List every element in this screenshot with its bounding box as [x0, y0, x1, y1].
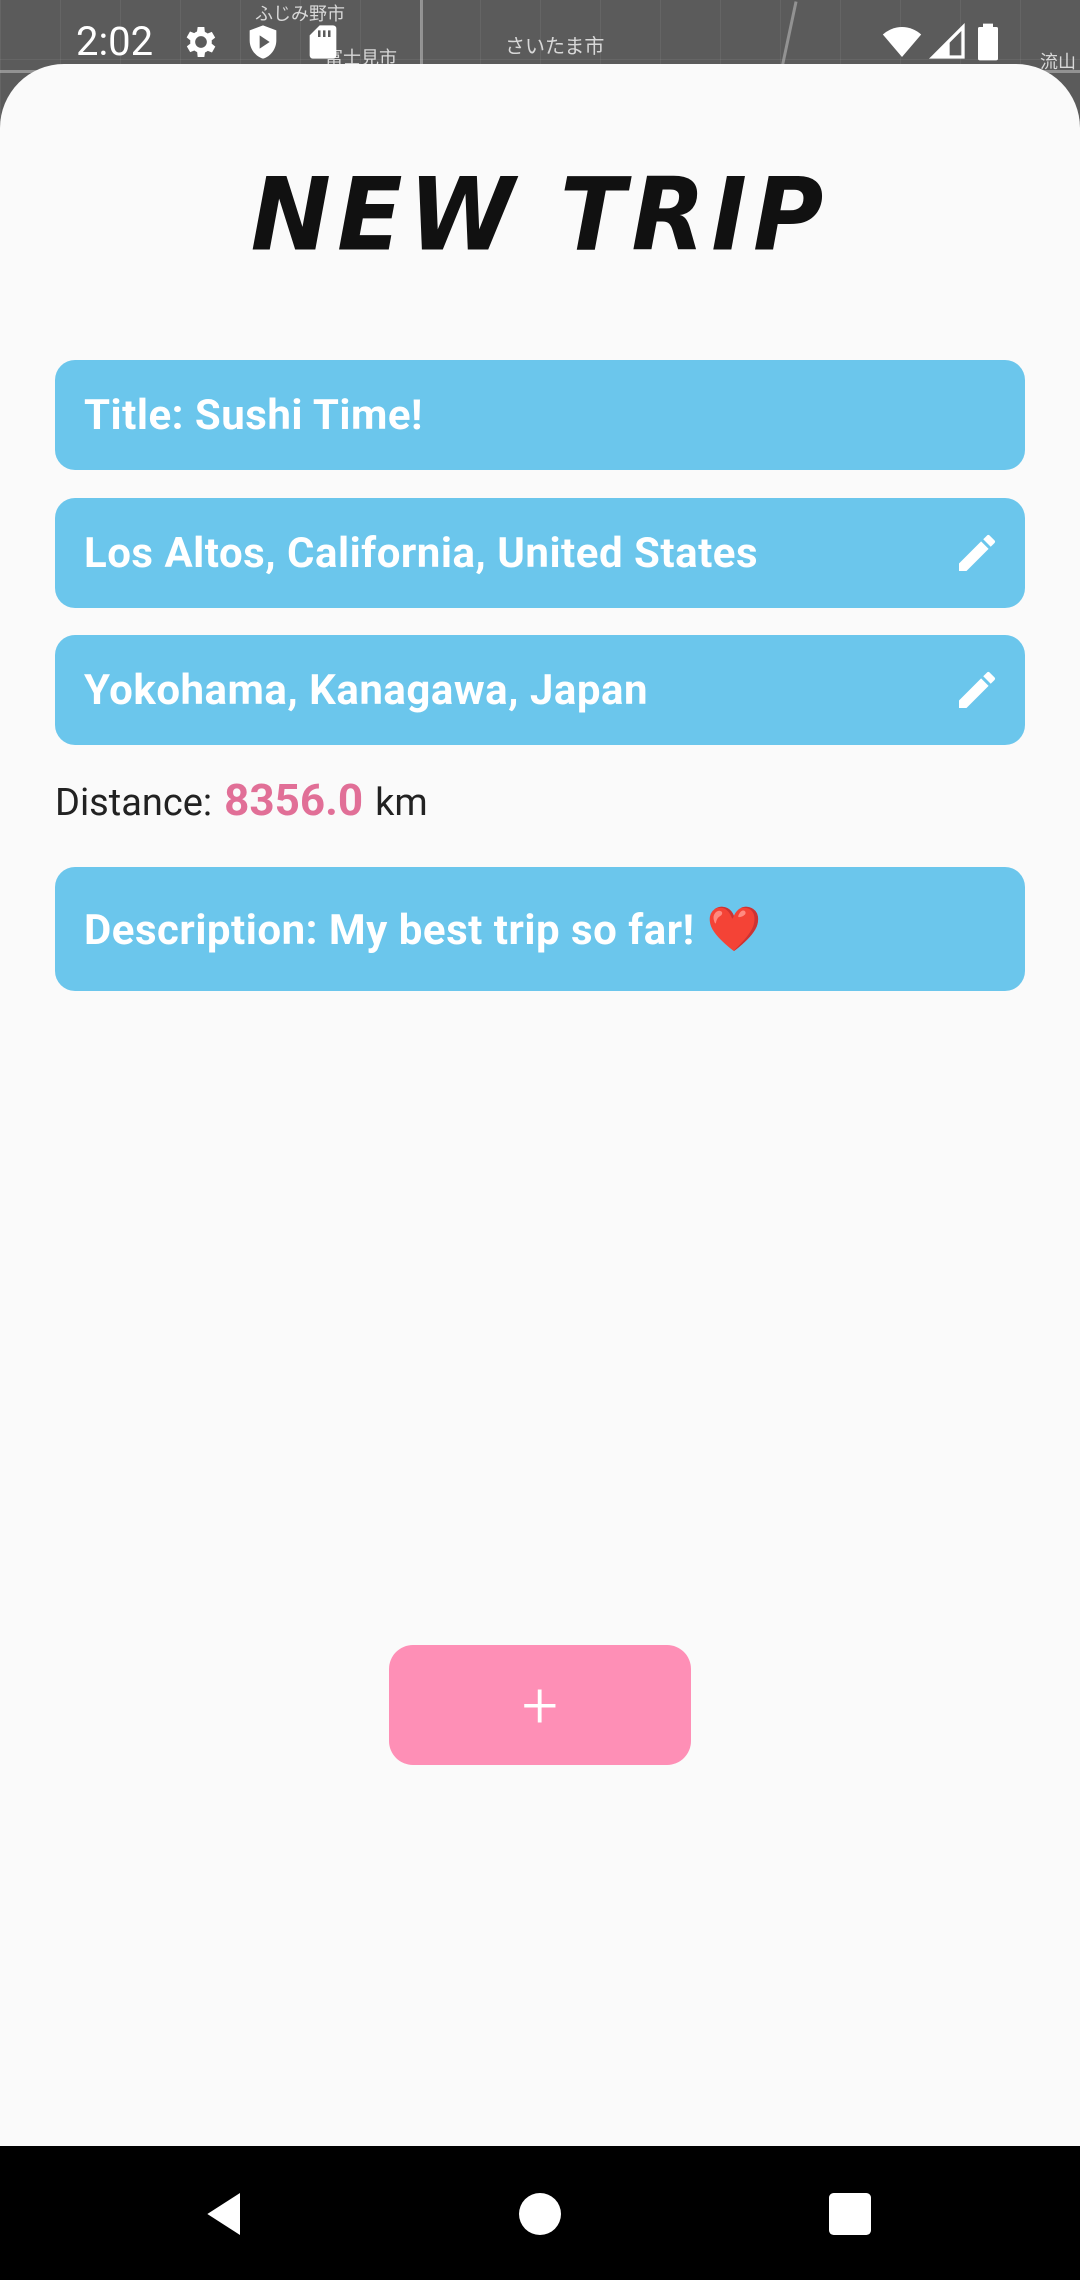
add-trip-button[interactable]: + [389, 1645, 691, 1765]
destination-location-text: Yokohama, Kanagawa, Japan [84, 665, 648, 715]
description-label: Description: My best trip so far! [84, 906, 695, 955]
origin-location-field[interactable]: Los Altos, California, United States [55, 498, 1025, 608]
heart-emoji: ❤️ [706, 903, 762, 955]
shield-play-icon [243, 22, 283, 62]
description-text: Description: My best trip so far! ❤️ [84, 903, 1001, 955]
description-field[interactable]: Description: My best trip so far! ❤️ [55, 867, 1025, 991]
distance-value: 8356.0 [224, 774, 364, 826]
wifi-icon [880, 22, 924, 62]
battery-icon [976, 22, 1006, 62]
navigation-bar [0, 2146, 1080, 2280]
status-bar: 2:02 [0, 0, 1080, 84]
trip-title-field[interactable]: Title: Sushi Time! [55, 360, 1025, 470]
recents-icon[interactable] [822, 2186, 878, 2242]
new-trip-sheet: NEW TRIP Title: Sushi Time! Los Altos, C… [0, 64, 1080, 2146]
pencil-icon[interactable] [953, 666, 1001, 714]
status-time: 2:02 [76, 18, 154, 65]
distance-readout: Distance: 8356.0 km [55, 774, 428, 844]
distance-label: Distance: [55, 781, 213, 825]
distance-unit: km [375, 781, 428, 825]
page-title: NEW TRIP [250, 156, 830, 274]
origin-location-text: Los Altos, California, United States [84, 528, 759, 578]
pencil-icon[interactable] [953, 529, 1001, 577]
trip-title-text: Title: Sushi Time! [84, 390, 423, 440]
destination-location-field[interactable]: Yokohama, Kanagawa, Japan [55, 635, 1025, 745]
settings-icon [181, 22, 221, 62]
back-icon[interactable] [198, 2186, 254, 2242]
sd-card-icon [303, 22, 343, 62]
signal-icon [928, 22, 968, 62]
home-icon[interactable] [512, 2186, 568, 2242]
